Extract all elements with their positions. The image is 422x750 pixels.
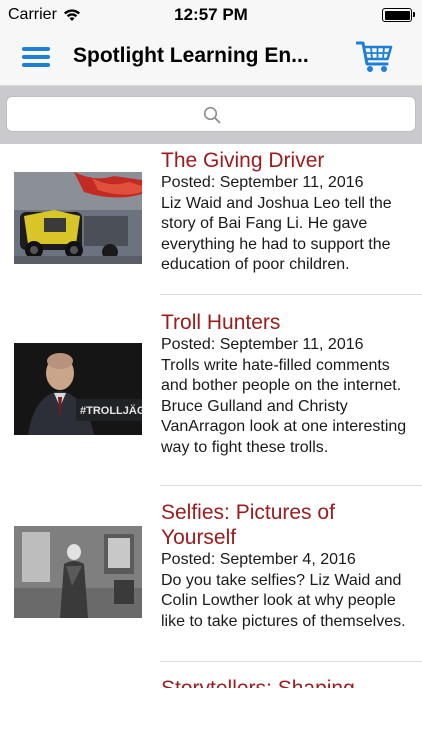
article-thumbnail <box>14 172 142 264</box>
article-date: Posted: September 11, 2016 <box>161 336 364 353</box>
article-description: Liz Waid and Joshua Leo tell the story o… <box>161 194 392 274</box>
carrier-indicator: Carrier <box>8 6 81 24</box>
cart-button[interactable] <box>355 40 394 74</box>
battery-icon <box>382 8 415 22</box>
article-row[interactable]: Selfies: Pictures of Yourself Posted: Se… <box>0 486 422 662</box>
article-description: Do you take selfies? Liz Waid and Colin … <box>161 571 406 630</box>
article-title: Selfies: Pictures of Yourself <box>161 501 335 549</box>
search-bar-container <box>0 86 422 144</box>
article-description: Trolls write hate-filled comments and bo… <box>161 356 407 456</box>
page-title: Spotlight Learning En... <box>73 44 309 67</box>
list-fade-cover <box>0 688 422 750</box>
troll-hunters-image-text: #TROLLJÄGAR <box>80 404 142 417</box>
article-thumbnail: #TROLLJÄGAR <box>14 343 142 435</box>
menu-button[interactable] <box>18 43 54 71</box>
status-bar: Carrier 12:57 PM <box>0 0 422 30</box>
article-date: Posted: September 4, 2016 <box>161 551 356 568</box>
article-thumbnail <box>14 526 142 618</box>
navigation-bar: Spotlight Learning En... <box>0 30 422 86</box>
hamburger-menu-icon <box>22 47 50 51</box>
article-row[interactable]: #TROLLJÄGAR Troll Hunters Posted: Septem… <box>0 295 422 486</box>
search-input[interactable] <box>6 96 416 132</box>
search-icon <box>203 106 221 124</box>
article-date: Posted: September 11, 2016 <box>161 174 364 191</box>
article-row[interactable]: The Giving Driver Posted: September 11, … <box>0 144 422 295</box>
shopping-cart-icon <box>355 41 393 72</box>
article-title: Troll Hunters <box>161 311 281 334</box>
article-list: The Giving Driver Posted: September 11, … <box>0 144 422 750</box>
wifi-icon <box>63 9 80 21</box>
carrier-label: Carrier <box>8 6 57 23</box>
article-title: The Giving Driver <box>161 149 325 172</box>
